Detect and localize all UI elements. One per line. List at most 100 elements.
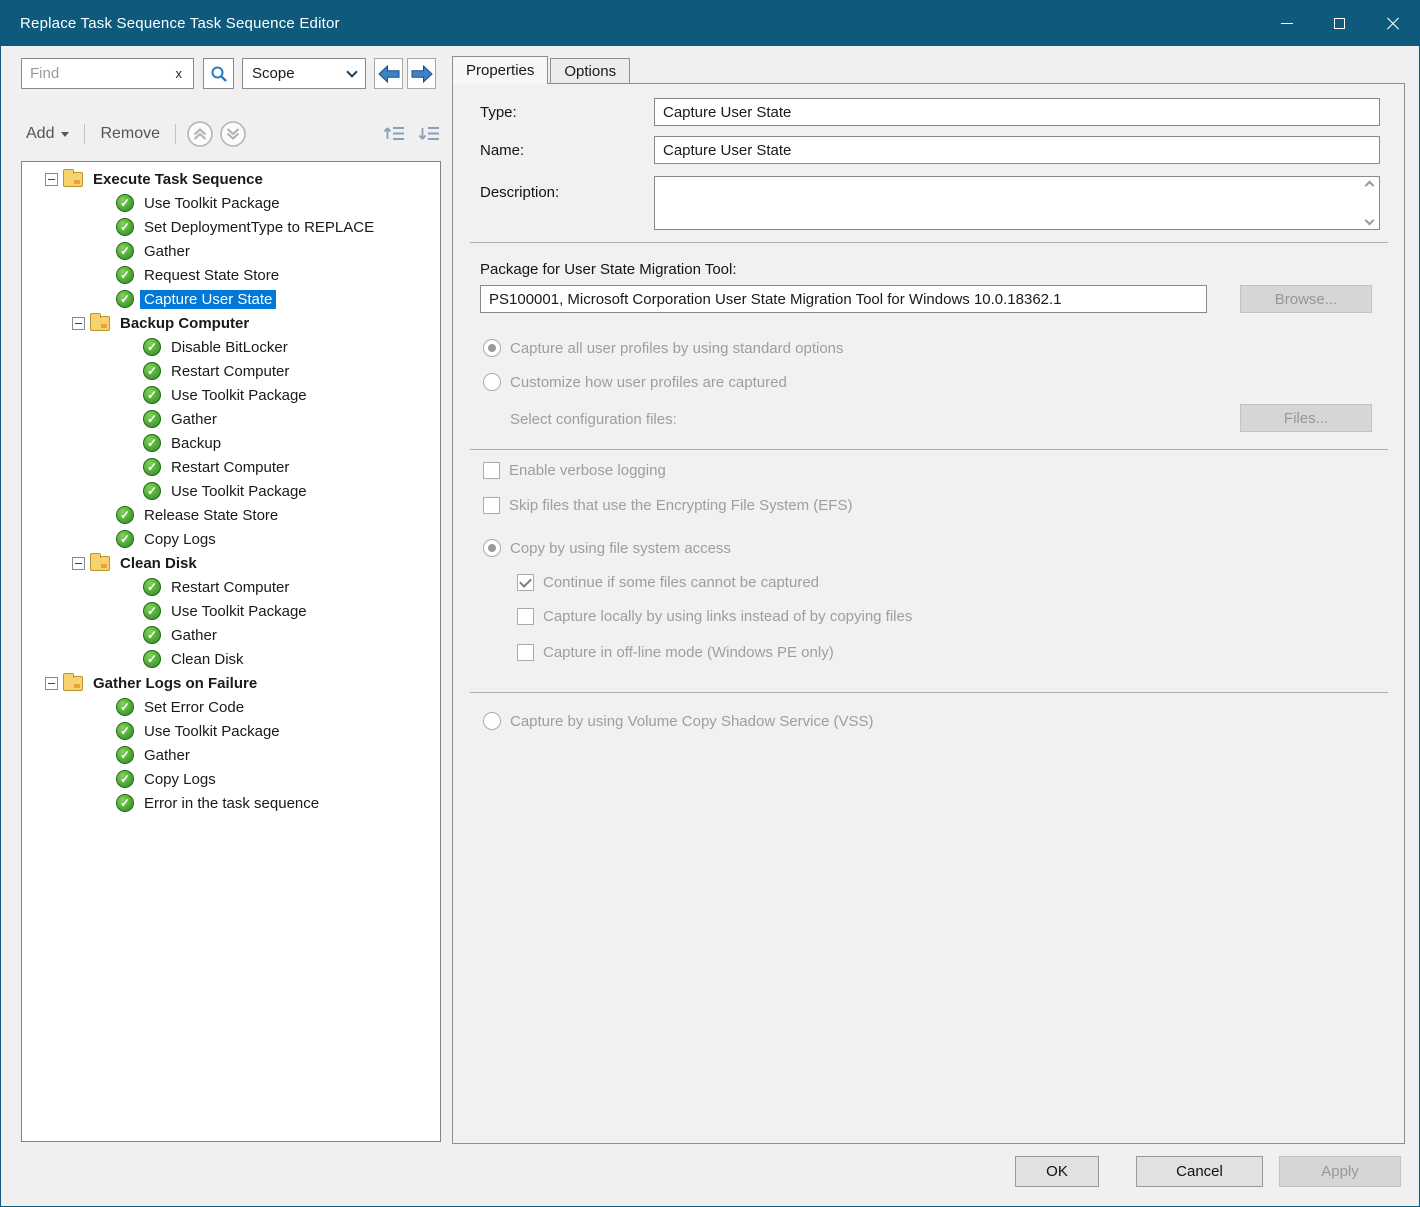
type-label: Type: (480, 104, 517, 121)
find-previous-button[interactable] (374, 58, 403, 89)
tree-item[interactable]: ✓Clean Disk (22, 647, 440, 671)
tree-item[interactable]: ✓Restart Computer (22, 359, 440, 383)
tree-item[interactable]: ✓Copy Logs (22, 527, 440, 551)
capture-vss-radio[interactable] (483, 712, 501, 730)
capture-vss-row: Capture by using Volume Copy Shadow Serv… (483, 712, 874, 730)
tree-expander-icon[interactable] (45, 173, 58, 186)
collapse-all-icon[interactable] (383, 124, 406, 144)
add-button[interactable]: Add (21, 125, 74, 143)
continue-on-error-checkbox[interactable] (517, 574, 534, 591)
capture-local-links-row: Capture locally by using links instead o… (517, 608, 912, 625)
expand-all-icon[interactable] (418, 124, 441, 144)
step-success-icon: ✓ (143, 386, 161, 404)
tree-toolbar: Add Remove (21, 114, 441, 154)
package-field[interactable] (480, 285, 1207, 313)
tree-item-label: Execute Task Sequence (89, 170, 267, 189)
skip-efs-checkbox[interactable] (483, 497, 500, 514)
folder-icon (90, 316, 110, 331)
capture-offline-checkbox[interactable] (517, 644, 534, 661)
tree-item[interactable]: ✓Use Toolkit Package (22, 599, 440, 623)
tree-item[interactable]: ✓Gather (22, 239, 440, 263)
description-field[interactable] (655, 177, 1361, 229)
tree-expander-icon[interactable] (45, 677, 58, 690)
move-up-button[interactable] (186, 120, 214, 148)
browse-button[interactable]: Browse... (1240, 285, 1372, 313)
tab-bar: Properties Options (452, 56, 632, 83)
tree-item[interactable]: ✓Use Toolkit Package (22, 479, 440, 503)
files-button[interactable]: Files... (1240, 404, 1372, 432)
section-divider (470, 449, 1388, 450)
verbose-logging-checkbox[interactable] (483, 462, 500, 479)
continue-on-error-row: Continue if some files cannot be capture… (517, 574, 819, 591)
apply-button[interactable]: Apply (1279, 1156, 1401, 1187)
tree-item[interactable]: ✓Gather (22, 623, 440, 647)
tree-item[interactable]: ✓Gather (22, 743, 440, 767)
tree-item[interactable]: Execute Task Sequence (22, 167, 440, 191)
tree-item[interactable]: ✓Restart Computer (22, 455, 440, 479)
copy-filesystem-radio[interactable] (483, 539, 501, 557)
move-down-button[interactable] (219, 120, 247, 148)
ok-button[interactable]: OK (1015, 1156, 1099, 1187)
tree-item[interactable]: ✓ Use Toolkit Package (22, 383, 440, 407)
tree-item-label: Release State Store (140, 506, 282, 525)
tab-properties[interactable]: Properties (452, 56, 548, 84)
tree-item[interactable]: ✓Error in the task sequence (22, 791, 440, 815)
tree-item[interactable]: Gather Logs on Failure (22, 671, 440, 695)
scroll-down-icon[interactable] (1365, 216, 1375, 226)
properties-panel: Type: Name: Description: Package for Use… (452, 83, 1405, 1144)
tree-item[interactable]: ✓Request State Store (22, 263, 440, 287)
tree-item[interactable]: ✓Gather (22, 407, 440, 431)
tree-item[interactable]: Backup Computer (22, 311, 440, 335)
tree-expander-icon[interactable] (72, 557, 85, 570)
tree-item-label: Copy Logs (140, 530, 220, 549)
tree-item[interactable]: ✓Use Toolkit Package (22, 719, 440, 743)
scroll-up-icon[interactable] (1365, 181, 1375, 191)
toolbar-separator (84, 124, 85, 144)
find-input[interactable] (22, 65, 165, 82)
tree-item-label: Gather Logs on Failure (89, 674, 261, 693)
tree-item-label: Use Toolkit Package (167, 386, 311, 405)
scope-dropdown[interactable]: Scope (242, 58, 366, 89)
arrow-left-icon (378, 65, 400, 83)
chevron-down-icon (346, 66, 357, 77)
capture-local-links-checkbox[interactable] (517, 608, 534, 625)
name-field[interactable] (654, 136, 1380, 164)
cancel-button[interactable]: Cancel (1136, 1156, 1263, 1187)
tree-item[interactable]: ✓Set DeploymentType to REPLACE (22, 215, 440, 239)
close-button[interactable] (1366, 1, 1419, 46)
clear-find-button[interactable]: x (165, 66, 194, 81)
tree-item[interactable]: ✓Copy Logs (22, 767, 440, 791)
tab-options[interactable]: Options (550, 58, 630, 83)
folder-icon (63, 676, 83, 691)
tree-item[interactable]: ✓Capture User State (22, 287, 440, 311)
description-scrollbar[interactable] (1362, 179, 1377, 227)
maximize-button[interactable] (1313, 1, 1366, 46)
move-down-icon (219, 120, 247, 148)
tree-item[interactable]: ✓Use Toolkit Package (22, 191, 440, 215)
step-success-icon: ✓ (143, 650, 161, 668)
find-next-button[interactable] (407, 58, 436, 89)
tree-item[interactable]: ✓Disable BitLocker (22, 335, 440, 359)
minimize-button[interactable] (1260, 1, 1313, 46)
tree-item[interactable]: ✓Release State Store (22, 503, 440, 527)
capture-standard-radio[interactable] (483, 339, 501, 357)
tree-item[interactable]: ✓Backup (22, 431, 440, 455)
maximize-icon (1334, 18, 1345, 29)
search-button[interactable] (203, 58, 234, 89)
step-success-icon: ✓ (116, 722, 134, 740)
step-success-icon: ✓ (143, 362, 161, 380)
remove-button[interactable]: Remove (95, 125, 165, 143)
close-icon (1386, 17, 1400, 31)
capture-customize-label: Customize how user profiles are captured (510, 374, 787, 391)
package-label: Package for User State Migration Tool: (480, 261, 737, 278)
tree-item[interactable]: Clean Disk (22, 551, 440, 575)
tree-toolbar-right (383, 124, 441, 144)
capture-customize-radio[interactable] (483, 373, 501, 391)
tree-item[interactable]: ✓Restart Computer (22, 575, 440, 599)
tree-item-label: Set DeploymentType to REPLACE (140, 218, 378, 237)
verbose-logging-row: Enable verbose logging (483, 462, 666, 479)
tree-expander-icon[interactable] (72, 317, 85, 330)
arrow-right-icon (411, 65, 433, 83)
tree-item[interactable]: ✓Set Error Code (22, 695, 440, 719)
type-field[interactable] (654, 98, 1380, 126)
